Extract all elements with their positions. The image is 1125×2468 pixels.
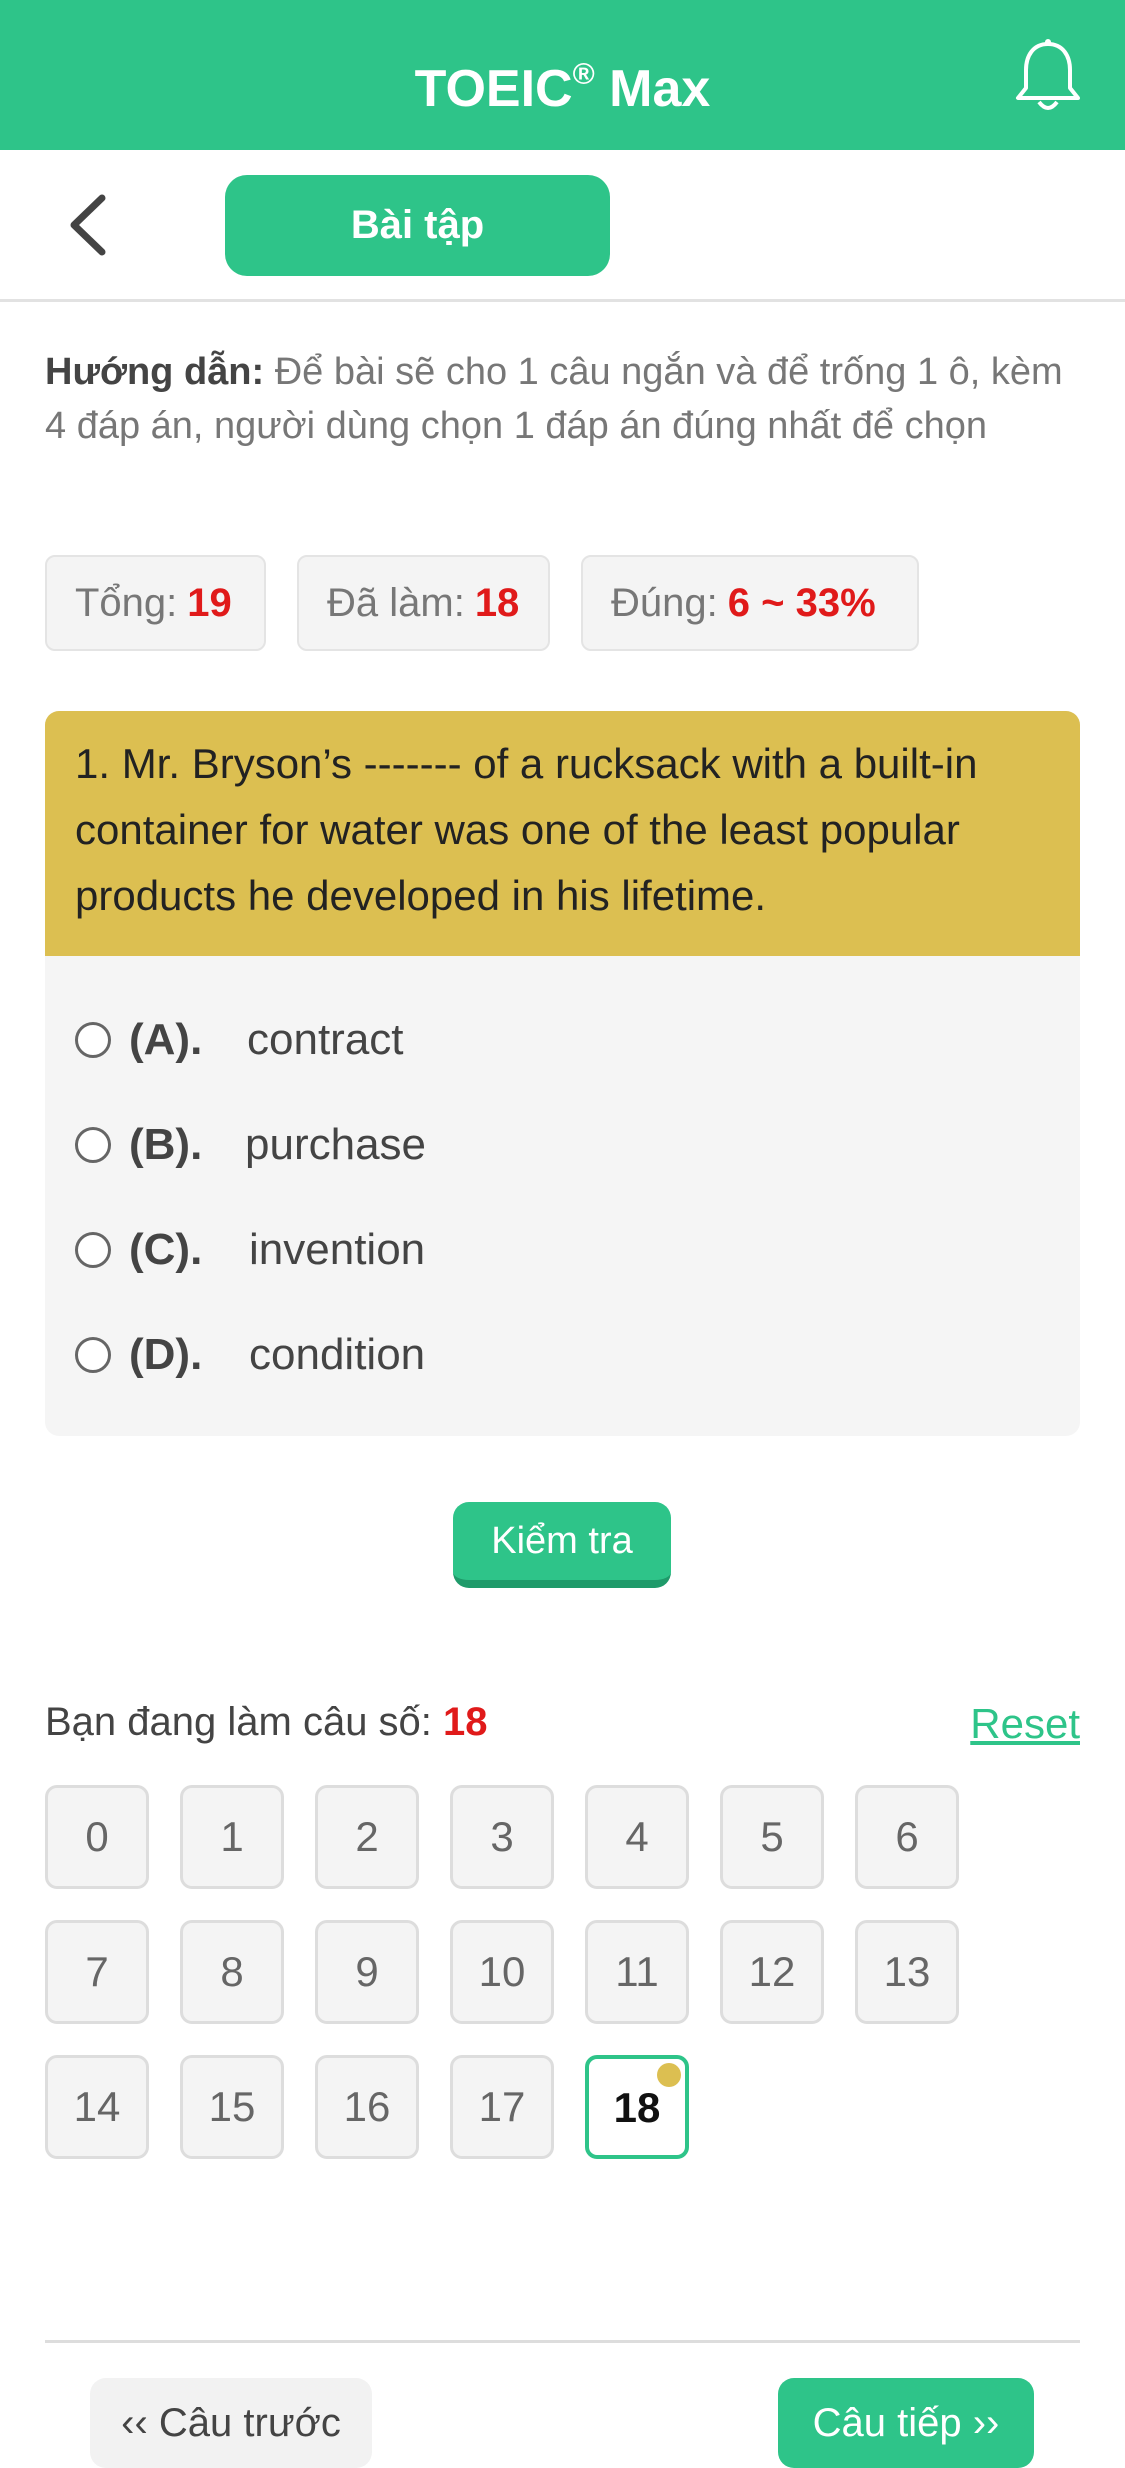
option-label: (D).	[129, 1330, 203, 1379]
question-number-7[interactable]: 7	[45, 1920, 149, 2024]
question-number-4[interactable]: 4	[585, 1785, 689, 1889]
app-title-text: TOEIC	[414, 60, 573, 118]
stat-correct-label: Đúng:	[611, 581, 718, 625]
previous-question-button[interactable]: ‹‹ Câu trước	[90, 2378, 372, 2468]
question-number-12[interactable]: 12	[720, 1920, 824, 2024]
question-number-17[interactable]: 17	[450, 2055, 554, 2159]
option-label: (B).	[129, 1120, 203, 1169]
option-text: contract	[247, 1015, 404, 1064]
registered-mark: ®	[572, 58, 595, 91]
stat-total-value: 19	[187, 581, 232, 625]
stat-done: Đã làm: 18	[297, 555, 550, 651]
divider	[45, 2340, 1080, 2343]
option-d[interactable]: (D). condition	[75, 1315, 875, 1395]
question-number-8[interactable]: 8	[180, 1920, 284, 2024]
option-b[interactable]: (B). purchase	[75, 1105, 875, 1185]
stat-total-label: Tổng:	[75, 581, 178, 625]
instructions: Hướng dẫn: Để bài sẽ cho 1 câu ngắn và đ…	[45, 345, 1080, 453]
current-indicator-dot	[657, 2063, 681, 2087]
question-number-1[interactable]: 1	[180, 1785, 284, 1889]
radio-button[interactable]	[75, 1022, 111, 1058]
option-label: (C).	[129, 1225, 203, 1274]
check-button[interactable]: Kiểm tra	[453, 1502, 671, 1588]
sub-header: Bài tập	[0, 150, 1125, 302]
stat-done-label: Đã làm:	[327, 581, 465, 625]
stat-correct-value: 6 ~ 33%	[727, 581, 876, 625]
radio-button[interactable]	[75, 1337, 111, 1373]
question-number-9[interactable]: 9	[315, 1920, 419, 2024]
current-question-text: Bạn đang làm câu số:	[45, 1700, 432, 1744]
question-number-15[interactable]: 15	[180, 2055, 284, 2159]
question-number-13[interactable]: 13	[855, 1920, 959, 2024]
option-text: condition	[249, 1330, 426, 1379]
app-header: TOEIC® Max	[0, 0, 1125, 150]
option-text: invention	[249, 1225, 426, 1274]
question-number-18-current[interactable]: 18	[585, 2055, 689, 2159]
tab-exercises[interactable]: Bài tập	[225, 175, 610, 276]
current-question-number: 18	[443, 1700, 488, 1744]
option-text: purchase	[245, 1120, 427, 1169]
radio-button[interactable]	[75, 1127, 111, 1163]
option-c[interactable]: (C). invention	[75, 1210, 875, 1290]
bell-icon[interactable]	[1013, 38, 1083, 114]
question-number-14[interactable]: 14	[45, 2055, 149, 2159]
question-text: 1. Mr. Bryson’s ------- of a rucksack wi…	[45, 711, 1080, 956]
question-number-6[interactable]: 6	[855, 1785, 959, 1889]
question-number-16[interactable]: 16	[315, 2055, 419, 2159]
question-number-11[interactable]: 11	[585, 1920, 689, 2024]
question-number-0[interactable]: 0	[45, 1785, 149, 1889]
reset-link[interactable]: Reset	[970, 1700, 1080, 1748]
app-title: TOEIC® Max	[0, 0, 1125, 150]
option-a[interactable]: (A). contract	[75, 1000, 875, 1080]
back-arrow-icon[interactable]	[60, 190, 120, 260]
stat-total: Tổng: 19	[45, 555, 266, 651]
question-number-5[interactable]: 5	[720, 1785, 824, 1889]
question-number-10[interactable]: 10	[450, 1920, 554, 2024]
question-card: 1. Mr. Bryson’s ------- of a rucksack wi…	[45, 711, 1080, 1436]
radio-button[interactable]	[75, 1232, 111, 1268]
instructions-label: Hướng dẫn:	[45, 351, 265, 393]
next-question-button[interactable]: Câu tiếp ››	[778, 2378, 1034, 2468]
current-question-label: Bạn đang làm câu số: 18	[45, 1700, 488, 1745]
option-label: (A).	[129, 1015, 203, 1064]
app-title-suffix: Max	[594, 60, 711, 118]
question-number-2[interactable]: 2	[315, 1785, 419, 1889]
stat-correct: Đúng: 6 ~ 33%	[581, 555, 919, 651]
stat-done-value: 18	[474, 581, 520, 625]
question-number-3[interactable]: 3	[450, 1785, 554, 1889]
question-number-label: 18	[613, 2084, 661, 2131]
